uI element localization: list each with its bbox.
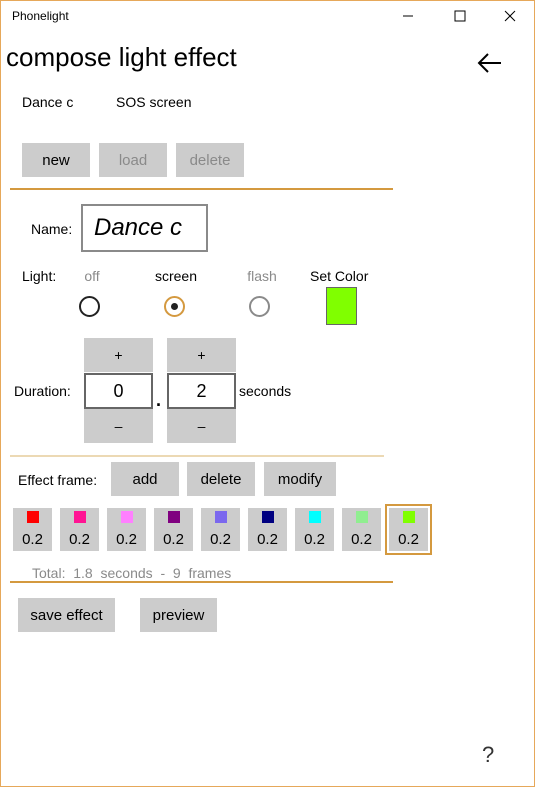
frame-tile[interactable]: 0.2 bbox=[154, 508, 193, 551]
total-frames-value: 9 bbox=[172, 565, 181, 581]
frame-duration-value: 0.2 bbox=[398, 531, 419, 548]
delete-frame-button[interactable]: delete bbox=[187, 462, 255, 496]
whole-plus-button[interactable]: + bbox=[84, 338, 153, 372]
modify-frame-button[interactable]: modify bbox=[264, 462, 336, 496]
load-button[interactable]: load bbox=[99, 143, 167, 177]
close-button[interactable] bbox=[487, 0, 533, 32]
frame-duration-value: 0.2 bbox=[69, 531, 90, 548]
frame-duration-value: 0.2 bbox=[304, 531, 325, 548]
new-button[interactable]: new bbox=[22, 143, 90, 177]
minimize-icon bbox=[403, 15, 413, 17]
light-label: Light: bbox=[22, 268, 57, 284]
frame-duration-value: 0.2 bbox=[116, 531, 137, 548]
maximize-icon bbox=[454, 10, 466, 22]
light-off-label: off bbox=[84, 268, 100, 284]
set-color-label: Set Color bbox=[310, 268, 369, 284]
frame-tile[interactable]: 0.2 bbox=[385, 504, 432, 555]
summary-separator: - bbox=[160, 565, 166, 581]
radio-selected-dot bbox=[171, 303, 178, 310]
light-screen-radio[interactable] bbox=[164, 296, 185, 317]
fraction-minus-button[interactable]: – bbox=[167, 409, 236, 443]
light-flash-label: flash bbox=[247, 268, 277, 284]
back-button[interactable] bbox=[474, 48, 506, 78]
preset-sos-screen[interactable]: SOS screen bbox=[116, 94, 191, 110]
frame-tile[interactable]: 0.2 bbox=[248, 508, 287, 551]
frame-duration-value: 0.2 bbox=[351, 531, 372, 548]
duration-label: Duration: bbox=[14, 383, 71, 399]
frame-color-square bbox=[74, 511, 86, 523]
total-frames-unit: frames bbox=[188, 565, 232, 581]
frame-color-square bbox=[215, 511, 227, 523]
frame-duration-value: 0.2 bbox=[163, 531, 184, 548]
delete-effect-button[interactable]: delete bbox=[176, 143, 244, 177]
frame-tile[interactable]: 0.2 bbox=[201, 508, 240, 551]
summary: Total: 1.8 seconds - 9 frames bbox=[32, 565, 231, 581]
effect-frame-label: Effect frame: bbox=[18, 472, 98, 488]
frame-color-square bbox=[309, 511, 321, 523]
divider bbox=[10, 581, 393, 583]
light-flash-radio[interactable] bbox=[249, 296, 270, 317]
frame-color-square bbox=[356, 511, 368, 523]
fraction-seconds-input[interactable]: 2 bbox=[167, 373, 236, 409]
frame-tile[interactable]: 0.2 bbox=[295, 508, 334, 551]
total-label: Total: bbox=[32, 565, 66, 581]
frame-tile[interactable]: 0.2 bbox=[342, 508, 381, 551]
total-seconds-unit: seconds bbox=[100, 565, 153, 581]
save-effect-button[interactable]: save effect bbox=[18, 598, 115, 632]
page-title: compose light effect bbox=[6, 42, 237, 72]
frame-color-square bbox=[121, 511, 133, 523]
help-icon[interactable]: ? bbox=[482, 742, 494, 768]
frame-duration-value: 0.2 bbox=[257, 531, 278, 548]
set-color-swatch[interactable] bbox=[326, 287, 357, 325]
frame-tile[interactable]: 0.2 bbox=[60, 508, 99, 551]
fraction-plus-button[interactable]: + bbox=[167, 338, 236, 372]
frame-color-square bbox=[27, 511, 39, 523]
frame-tile[interactable]: 0.2 bbox=[107, 508, 146, 551]
frame-duration-value: 0.2 bbox=[210, 531, 231, 548]
titlebar: Phonelight bbox=[0, 0, 535, 32]
close-icon bbox=[504, 10, 516, 22]
divider bbox=[10, 455, 384, 457]
frame-tile[interactable]: 0.2 bbox=[13, 508, 52, 551]
frame-color-square bbox=[262, 511, 274, 523]
minimize-button[interactable] bbox=[385, 0, 431, 32]
light-off-radio[interactable] bbox=[79, 296, 100, 317]
decimal-separator: . bbox=[156, 390, 162, 410]
divider bbox=[10, 188, 393, 190]
maximize-button[interactable] bbox=[437, 0, 483, 32]
whole-minus-button[interactable]: – bbox=[84, 409, 153, 443]
frame-duration-value: 0.2 bbox=[22, 531, 43, 548]
app-title: Phonelight bbox=[12, 9, 69, 23]
frame-color-square bbox=[168, 511, 180, 523]
preview-button[interactable]: preview bbox=[140, 598, 217, 632]
total-seconds-value: 1.8 bbox=[73, 565, 93, 581]
back-arrow-icon bbox=[477, 53, 501, 73]
seconds-label: seconds bbox=[239, 383, 292, 399]
light-screen-label: screen bbox=[154, 268, 198, 284]
name-input[interactable]: Dance c bbox=[81, 204, 208, 252]
frame-color-square bbox=[403, 511, 415, 523]
name-label: Name: bbox=[31, 221, 73, 237]
add-frame-button[interactable]: add bbox=[111, 462, 179, 496]
whole-seconds-input[interactable]: 0 bbox=[84, 373, 153, 409]
preset-dance-c[interactable]: Dance c bbox=[22, 94, 73, 110]
